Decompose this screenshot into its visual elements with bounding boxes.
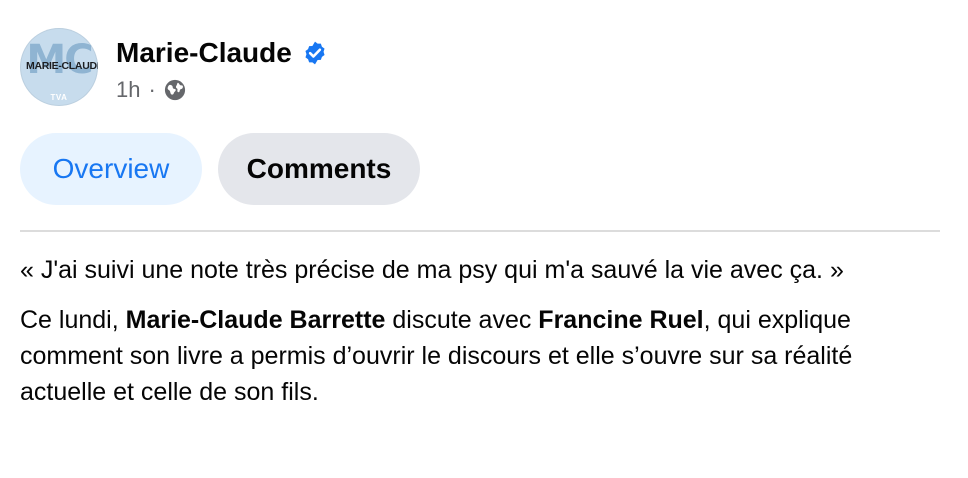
description-text-start: Ce lundi, [20,306,126,334]
mention-marie-claude-barrette[interactable]: Marie-Claude Barrette [126,306,386,334]
globe-icon[interactable] [164,79,186,101]
page-name-link[interactable]: Marie-Claude [116,35,292,71]
name-row: Marie-Claude [116,35,328,71]
tab-overview[interactable]: Overview [20,133,202,205]
description-paragraph: Ce lundi, Marie-Claude Barrette discute … [20,302,940,410]
post-body: « J'ai suivi une note très précise de ma… [20,252,940,424]
avatar-network-logo: TVA [50,93,68,102]
tab-comments[interactable]: Comments [218,133,420,205]
timestamp[interactable]: 1h [116,77,140,103]
avatar[interactable]: MC MARIE-CLAUDE TVA [20,28,98,106]
avatar-name: MARIE-CLAUDE [26,60,98,72]
verified-badge-icon [305,41,325,65]
quote-paragraph: « J'ai suivi une note très précise de ma… [20,256,844,284]
post-subtitle: 1h · [116,77,328,103]
post-tabs: Overview Comments [20,133,420,205]
divider [20,230,940,232]
mention-francine-ruel[interactable]: Francine Ruel [538,306,703,334]
description-text-middle: discute avec [385,306,539,334]
post-header: MC MARIE-CLAUDE TVA Marie-Claude 1h · [20,28,328,108]
post-meta: Marie-Claude 1h · [116,35,328,103]
separator-dot: · [148,77,156,102]
